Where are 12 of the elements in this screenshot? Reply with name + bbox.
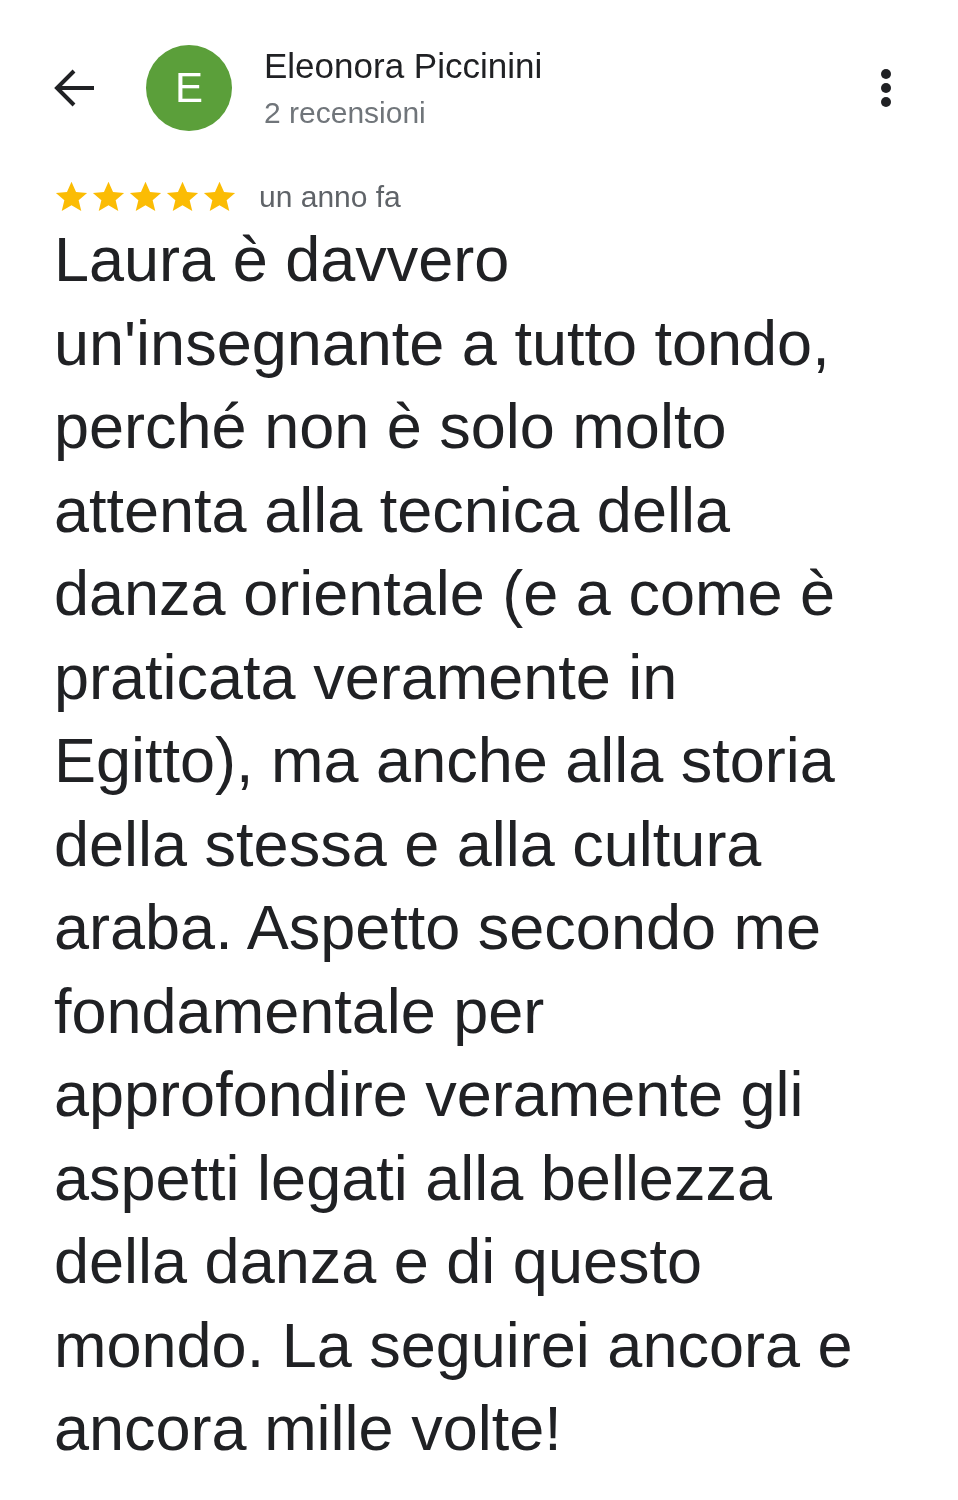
star-icon bbox=[202, 180, 237, 214]
avatar: E bbox=[146, 45, 232, 131]
review-time: un anno fa bbox=[259, 180, 401, 214]
more-icon bbox=[880, 68, 892, 108]
star-icon bbox=[54, 180, 89, 214]
reviewer-name: Eleonora Piccinini bbox=[264, 46, 544, 86]
review-text: Laura è davvero un'insegnante a tutto tondo, perché non è solo molto attenta alla tecnica della danza orientale (e a come è praticata veramente in Egitto), ma anche alla storia della stessa e alla cultura araba. Aspetto secondo me fondamentale per approfondire veramente gli aspetti legati alla bellezza della danza e di questo mondo. La seguirei ancora e ancora mille volte! bbox=[53, 223, 854, 1465]
star-icon bbox=[91, 180, 126, 214]
star-icon bbox=[128, 180, 163, 214]
back-arrow-icon bbox=[52, 68, 96, 108]
review-count: 2 recensioni bbox=[264, 96, 427, 130]
star-icon bbox=[165, 180, 200, 214]
